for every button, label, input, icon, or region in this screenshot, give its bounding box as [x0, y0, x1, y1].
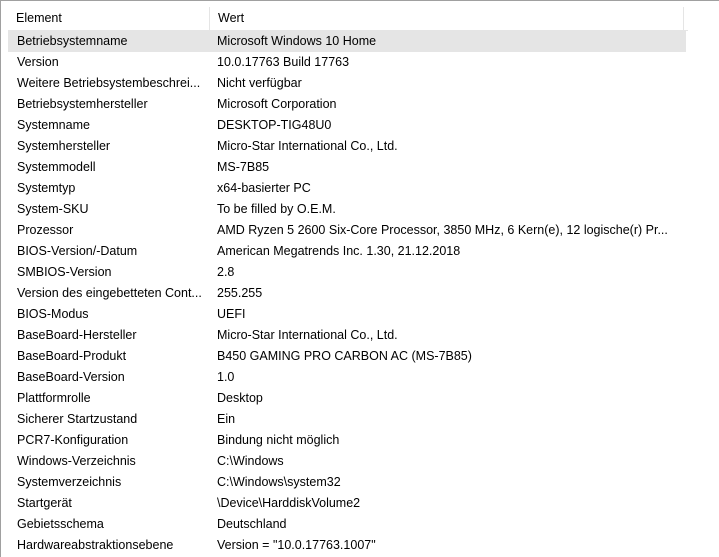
row-value-cell: Version = "10.0.17763.1007" — [217, 538, 376, 552]
row-element-cell: Systemname — [17, 118, 90, 132]
row-element-cell: BaseBoard-Version — [17, 370, 125, 384]
table-row[interactable]: Startgerät \Device\HarddiskVolume2 — [8, 493, 686, 514]
row-element-cell: BaseBoard-Produkt — [17, 349, 127, 363]
table-row[interactable]: Hardwareabstraktionsebene Version = "10.… — [8, 535, 686, 556]
row-element-cell: SMBIOS-Version — [17, 265, 112, 279]
row-value-cell: Microsoft Corporation — [217, 97, 337, 111]
table-row[interactable]: BaseBoard-Hersteller Micro-Star Internat… — [8, 325, 686, 346]
row-value-cell: AMD Ryzen 5 2600 Six-Core Processor, 385… — [217, 223, 668, 237]
table-row[interactable]: Plattformrolle Desktop — [8, 388, 686, 409]
row-value-cell: Ein — [217, 412, 236, 426]
table-row[interactable]: Systemtyp x64-basierter PC — [8, 178, 686, 199]
row-value-cell: DESKTOP-TIG48U0 — [217, 118, 332, 132]
row-value-cell: C:\Windows\system32 — [217, 475, 341, 489]
table-row[interactable]: BIOS-Version/-Datum American Megatrends … — [8, 241, 686, 262]
table-row[interactable]: BaseBoard-Version 1.0 — [8, 367, 686, 388]
row-value-cell: 10.0.17763 Build 17763 — [217, 55, 350, 69]
row-element-cell: Systemmodell — [17, 160, 96, 174]
table-row[interactable]: Systemname DESKTOP-TIG48U0 — [8, 115, 686, 136]
row-element-cell: Sicherer Startzustand — [17, 412, 138, 426]
row-value-cell: \Device\HarddiskVolume2 — [217, 496, 361, 510]
row-element-cell: Version — [17, 55, 59, 69]
table-row[interactable]: Systemverzeichnis C:\Windows\system32 — [8, 472, 686, 493]
table-row[interactable]: Windows-Verzeichnis C:\Windows — [8, 451, 686, 472]
row-value-cell: C:\Windows — [217, 454, 284, 468]
row-element-cell: Prozessor — [17, 223, 74, 237]
table-row[interactable]: Betriebsystemhersteller Microsoft Corpor… — [8, 94, 686, 115]
table-row[interactable]: Gebietsschema Deutschland — [8, 514, 686, 535]
row-value-cell: UEFI — [217, 307, 246, 321]
row-element-cell: Weitere Betriebsystembeschrei... — [17, 76, 201, 90]
table-row[interactable]: PCR7-Konfiguration Bindung nicht möglich — [8, 430, 686, 451]
table-row[interactable]: Systemhersteller Micro-Star Internationa… — [8, 136, 686, 157]
table-row[interactable]: Version 10.0.17763 Build 17763 — [8, 52, 686, 73]
row-value-cell: Microsoft Windows 10 Home — [217, 34, 377, 48]
row-element-cell: Version des eingebetteten Cont... — [17, 286, 202, 300]
row-value-cell: B450 GAMING PRO CARBON AC (MS-7B85) — [217, 349, 472, 363]
row-value-cell: American Megatrends Inc. 1.30, 21.12.201… — [217, 244, 461, 258]
row-value-cell: Bindung nicht möglich — [217, 433, 340, 447]
row-value-cell: Nicht verfügbar — [217, 76, 302, 90]
row-element-cell: Betriebsystemhersteller — [17, 97, 148, 111]
row-element-cell: Gebietsschema — [17, 517, 104, 531]
column-header-value[interactable]: Wert — [210, 7, 684, 30]
row-element-cell: PCR7-Konfiguration — [17, 433, 129, 447]
table-row[interactable]: SMBIOS-Version 2.8 — [8, 262, 686, 283]
row-value-cell: 1.0 — [217, 370, 235, 384]
table-row[interactable]: Prozessor AMD Ryzen 5 2600 Six-Core Proc… — [8, 220, 686, 241]
listview-rows: Betriebsystemname Microsoft Windows 10 H… — [8, 31, 686, 556]
row-value-cell: Deutschland — [217, 517, 287, 531]
row-value-cell: To be filled by O.E.M. — [217, 202, 336, 216]
row-value-cell: x64-basierter PC — [217, 181, 311, 195]
row-value-cell: 2.8 — [217, 265, 235, 279]
row-value-cell: Micro-Star International Co., Ltd. — [217, 328, 398, 342]
system-summary-listview[interactable]: Element Wert Betriebsystemname Microsoft… — [0, 0, 719, 557]
row-value-cell: Micro-Star International Co., Ltd. — [217, 139, 398, 153]
row-element-cell: Systemhersteller — [17, 139, 111, 153]
table-row[interactable]: Weitere Betriebsystembeschrei... Nicht v… — [8, 73, 686, 94]
table-row[interactable]: BaseBoard-Produkt B450 GAMING PRO CARBON… — [8, 346, 686, 367]
row-element-cell: Plattformrolle — [17, 391, 91, 405]
row-value-cell: Desktop — [217, 391, 263, 405]
row-element-cell: Systemtyp — [17, 181, 76, 195]
row-element-cell: Windows-Verzeichnis — [17, 454, 136, 468]
table-row[interactable]: Systemmodell MS-7B85 — [8, 157, 686, 178]
table-row[interactable]: Version des eingebetteten Cont... 255.25… — [8, 283, 686, 304]
row-value-cell: 255.255 — [217, 286, 263, 300]
row-element-cell: BIOS-Modus — [17, 307, 89, 321]
row-element-cell: Startgerät — [17, 496, 72, 510]
row-element-cell: System-SKU — [17, 202, 89, 216]
table-row[interactable]: BIOS-Modus UEFI — [8, 304, 686, 325]
row-element-cell: BaseBoard-Hersteller — [17, 328, 137, 342]
row-element-cell: Hardwareabstraktionsebene — [17, 538, 174, 552]
row-element-cell: Betriebsystemname — [17, 34, 128, 48]
listview-header: Element Wert — [8, 7, 688, 31]
column-header-element[interactable]: Element — [8, 7, 210, 30]
row-element-cell: Systemverzeichnis — [17, 475, 122, 489]
table-row[interactable]: Betriebsystemname Microsoft Windows 10 H… — [8, 31, 686, 52]
row-value-cell: MS-7B85 — [217, 160, 270, 174]
table-row[interactable]: System-SKU To be filled by O.E.M. — [8, 199, 686, 220]
row-element-cell: BIOS-Version/-Datum — [17, 244, 138, 258]
table-row[interactable]: Sicherer Startzustand Ein — [8, 409, 686, 430]
